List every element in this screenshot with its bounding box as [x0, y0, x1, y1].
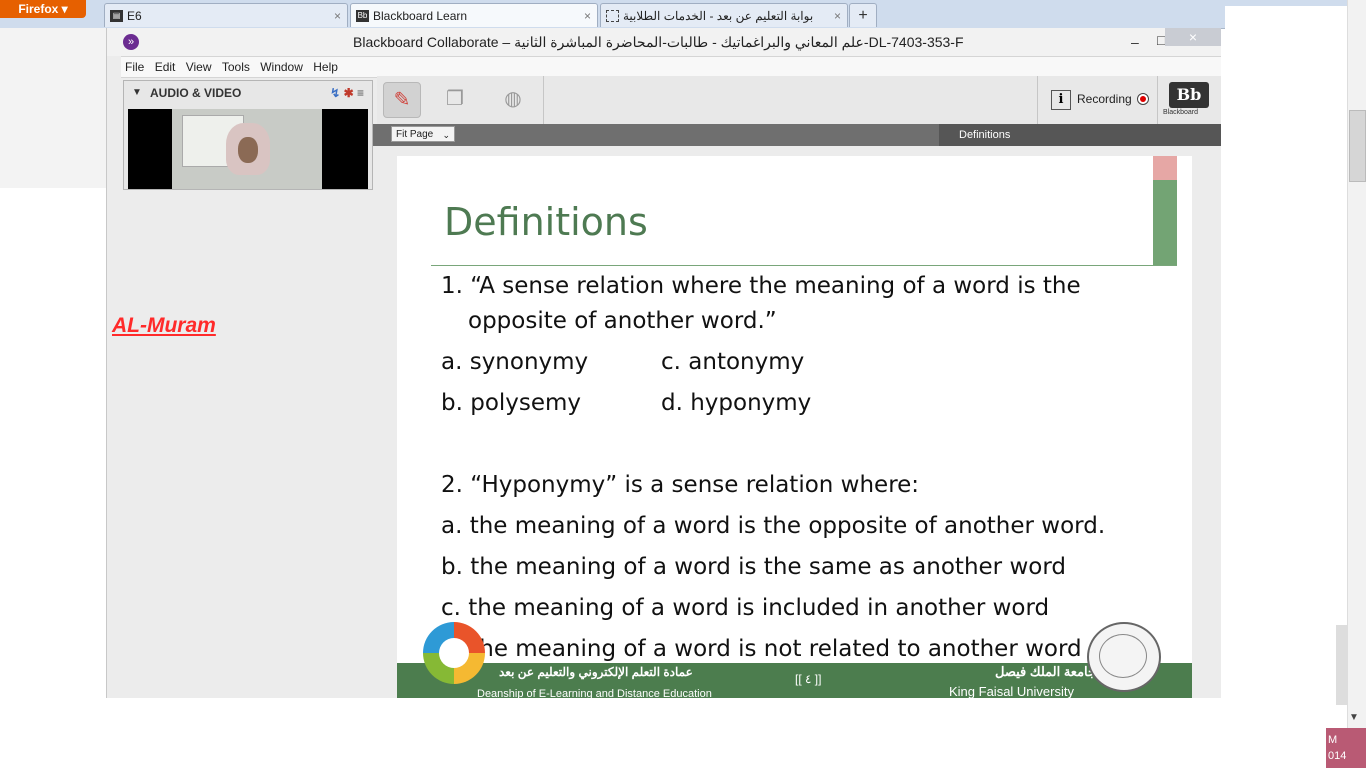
option-2a: a. the meaning of a word is the opposite… — [441, 513, 1106, 539]
whiteboard-icon[interactable]: ✎ — [383, 82, 421, 118]
deanship-english: Deanship of E-Learning and Distance Educ… — [477, 688, 712, 698]
menu-file[interactable]: File — [125, 60, 144, 74]
presenter-video — [128, 109, 368, 189]
option-2b: b. the meaning of a word is the same as … — [441, 554, 1066, 580]
scroll-down-icon[interactable]: ▼ — [1349, 712, 1359, 723]
slide-accent-green — [1153, 180, 1177, 266]
menu-help[interactable]: Help — [313, 60, 338, 74]
deanship-arabic: عمادة التعلم الإلكتروني والتعليم عن بعد — [499, 665, 693, 679]
menu-edit[interactable]: Edit — [155, 60, 176, 74]
option-2c: c. the meaning of a word is included in … — [441, 595, 1050, 621]
scrollbar-thumb[interactable] — [1349, 110, 1366, 182]
close-icon[interactable]: × — [584, 4, 591, 27]
close-icon[interactable]: × — [834, 4, 841, 27]
collapse-triangle-icon[interactable]: ▼ — [132, 81, 142, 105]
presentation-slide: Definitions 1. “A sense relation where t… — [397, 156, 1192, 698]
options-menu-icon[interactable]: ≡ — [357, 86, 364, 100]
option-1a: a. synonymy — [441, 349, 589, 375]
close-icon[interactable]: × — [334, 4, 341, 27]
question-1: 1. “A sense relation where the meaning o… — [441, 273, 1081, 299]
question-2: 2. “Hyponymy” is a sense relation where: — [441, 472, 920, 498]
browser-tab-bar: Firefox ▾ ▤ E6 × Bb Blackboard Learn × ب… — [0, 0, 1366, 29]
bb-favicon-icon: Bb — [356, 10, 369, 22]
app-share-icon[interactable]: ❐ — [437, 82, 473, 116]
slide-title-tab: Definitions — [939, 124, 1221, 146]
chevron-down-icon: ⌄ — [442, 130, 450, 140]
firefox-menu-button[interactable]: Firefox ▾ — [0, 0, 86, 18]
audio-video-panel: ▼ AUDIO & VIDEO ↯ ✱ ≡ — [123, 80, 373, 190]
slide-navigation-bar: Fit Page ⌄ Definitions — [373, 124, 1221, 146]
university-seal-icon — [1087, 622, 1161, 692]
option-1b: b. polysemy — [441, 390, 582, 416]
slide-title: Definitions — [444, 200, 648, 244]
university-english: King Faisal University — [949, 684, 1074, 698]
tab-label: Blackboard Learn — [373, 9, 468, 23]
menu-tools[interactable]: Tools — [222, 60, 250, 74]
taskbar-clock[interactable]: M 014 — [1326, 728, 1366, 768]
tab-distance-learning-portal[interactable]: بوابة التعليم عن بعد - الخدمات الطلابية … — [600, 3, 848, 27]
question-1-cont: opposite of another word.” — [468, 308, 777, 334]
option-2d: d. the meaning of a word is not related … — [441, 636, 1082, 662]
video-settings-icon[interactable]: ✱ — [344, 86, 354, 100]
info-icon[interactable]: i — [1051, 90, 1071, 110]
slide-footer: عمادة التعلم الإلكتروني والتعليم عن بعد … — [397, 663, 1192, 698]
window-title-bar: » Blackboard Collaborate – علم المعاني و… — [107, 28, 1221, 56]
slide-accent-pink — [1153, 156, 1177, 180]
menu-window[interactable]: Window — [260, 60, 303, 74]
university-arabic: جامعة الملك فيصل — [995, 664, 1097, 679]
tab-blackboard-learn[interactable]: Bb Blackboard Learn × — [350, 3, 598, 27]
slide-page-number: [[ ٤ ]] — [795, 672, 822, 686]
right-blank-area — [1225, 6, 1360, 626]
content-toolbar: ✎ ❐ ◍ i Recording Bb Blackboard — [377, 76, 1221, 125]
tab-e6[interactable]: ▤ E6 × — [104, 3, 348, 27]
audio-video-title: AUDIO & VIDEO — [150, 86, 242, 100]
web-tour-icon[interactable]: ◍ — [495, 82, 531, 116]
audio-video-header[interactable]: ▼ AUDIO & VIDEO ↯ ✱ ≡ — [124, 81, 372, 105]
blackboard-logo: Bb — [1169, 82, 1209, 108]
tab-label: E6 — [127, 9, 142, 23]
collaborate-logo-icon: » — [123, 34, 139, 50]
dotted-favicon-icon — [606, 10, 619, 22]
blackboard-logo-caption: Blackboard — [1163, 109, 1199, 116]
title-divider — [431, 265, 1177, 266]
talk-icon[interactable]: ↯ — [330, 86, 340, 100]
option-1c: c. antonymy — [661, 349, 805, 375]
fit-page-select[interactable]: Fit Page ⌄ — [391, 126, 455, 142]
new-tab-button[interactable]: + — [849, 3, 877, 27]
minimize-button[interactable]: – — [1131, 28, 1139, 56]
window-title: Blackboard Collaborate – علم المعاني وال… — [353, 34, 964, 50]
document-icon: ▤ — [110, 10, 123, 22]
tab-label: بوابة التعليم عن بعد - الخدمات الطلابية — [623, 9, 814, 23]
menu-bar: File Edit View Tools Window Help — [121, 56, 1221, 78]
close-window-button[interactable]: × — [1165, 28, 1221, 46]
menu-view[interactable]: View — [186, 60, 212, 74]
option-1d: d. hyponymy — [661, 390, 812, 416]
background-page — [0, 28, 106, 188]
deanship-logo-icon — [423, 622, 485, 684]
record-icon[interactable] — [1137, 93, 1149, 105]
watermark-text: AL-Muram — [112, 314, 216, 337]
recording-label: Recording — [1077, 92, 1132, 106]
